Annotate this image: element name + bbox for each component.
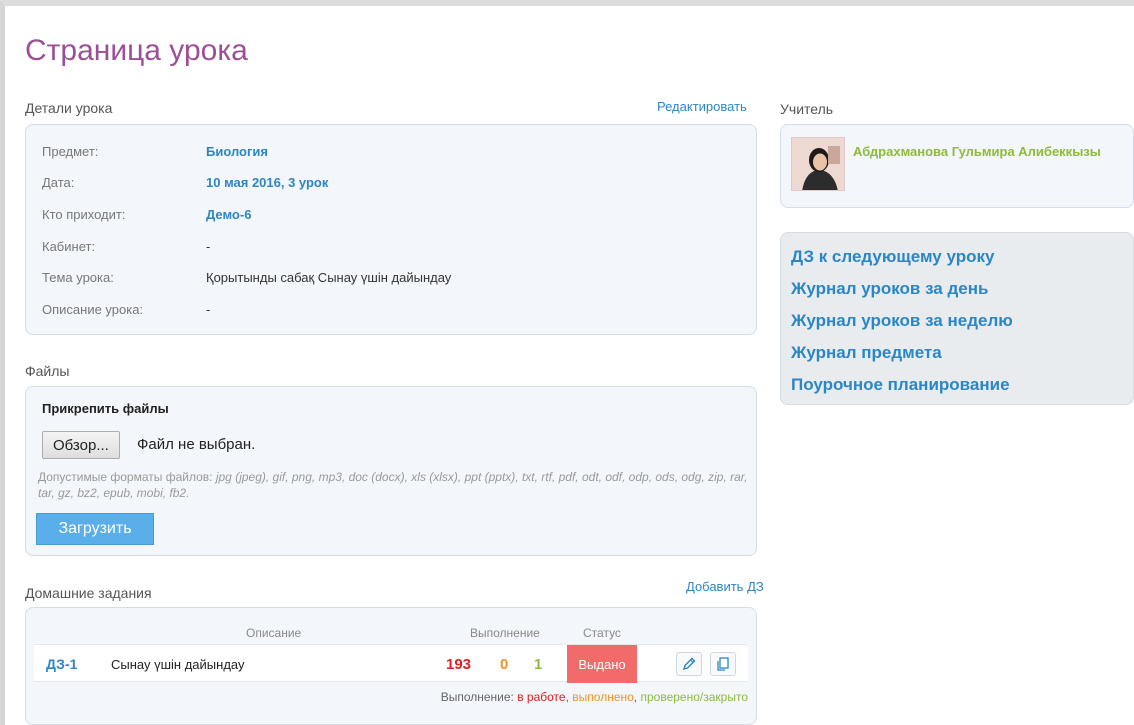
- details-label: Кто приходит:: [42, 206, 126, 222]
- legend-in-progress: в работе: [517, 690, 566, 704]
- column-header-description: Описание: [246, 626, 302, 640]
- details-heading: Детали урока: [25, 100, 113, 116]
- legend-done: выполнено: [572, 690, 634, 704]
- teacher-name-link[interactable]: Абдрахманова Гульмира Алибеккызы: [853, 144, 1101, 159]
- teacher-photo: [792, 138, 844, 190]
- legend-separator: ,: [633, 690, 638, 704]
- details-row-subject: Предмет: Биология: [42, 141, 268, 161]
- link-homework-next-lesson[interactable]: ДЗ к следующему уроку: [791, 247, 994, 267]
- attach-files-title: Прикрепить файлы: [42, 401, 169, 416]
- teacher-heading: Учитель: [780, 101, 834, 117]
- count-checked[interactable]: 1: [534, 656, 542, 673]
- teacher-panel: Абдрахманова Гульмира Алибеккызы: [780, 124, 1134, 208]
- page-frame: Страница урока Детали урока Редактироват…: [0, 0, 1134, 725]
- quick-links-panel: ДЗ к следующему уроку Журнал уроков за д…: [780, 232, 1134, 405]
- details-value: -: [206, 301, 211, 317]
- edit-lesson-link[interactable]: Редактировать: [657, 99, 747, 114]
- count-in-progress[interactable]: 193: [446, 656, 471, 673]
- copy-homework-button[interactable]: [710, 652, 736, 676]
- legend-separator: ,: [565, 690, 569, 704]
- homework-id-link[interactable]: ДЗ-1: [46, 656, 77, 672]
- count-done[interactable]: 0: [500, 656, 508, 673]
- details-label: Дата:: [42, 174, 75, 190]
- upload-button[interactable]: Загрузить: [36, 513, 154, 545]
- browse-button[interactable]: Обзор...: [42, 431, 120, 459]
- allowed-formats: Допустимые форматы файлов: jpg (jpeg), g…: [38, 469, 748, 501]
- avatar: [791, 137, 845, 191]
- link-subject-journal[interactable]: Журнал предмета: [791, 343, 942, 363]
- subject-link[interactable]: Биология: [206, 144, 268, 159]
- pencil-icon: [682, 657, 696, 671]
- table-row: ДЗ-1 Сынау үшін дайындау 193 0 1 Выдано: [34, 644, 748, 683]
- formats-prefix: Допустимые форматы файлов:: [38, 470, 213, 484]
- details-row-topic: Тема урока: Қорытынды сабақ Сынау үшін д…: [42, 267, 451, 287]
- column-header-status: Статус: [583, 626, 621, 640]
- details-label: Кабинет:: [42, 238, 96, 254]
- files-panel: Прикрепить файлы Обзор... Файл не выбран…: [25, 386, 757, 556]
- details-row-date: Дата: 10 мая 2016, 3 урок: [42, 172, 328, 192]
- details-panel: Предмет: Биология Дата: 10 мая 2016, 3 у…: [25, 124, 757, 335]
- details-row-description: Описание урока: -: [42, 299, 210, 319]
- completion-legend: Выполнение: в работе, выполнено, провере…: [441, 690, 748, 704]
- no-file-label: Файл не выбран.: [137, 436, 256, 453]
- date-link[interactable]: 10 мая 2016, 3 урок: [206, 175, 328, 190]
- legend-checked: проверено/закрыто: [640, 690, 748, 704]
- link-lesson-planning[interactable]: Поурочное планирование: [791, 375, 1010, 395]
- details-label: Описание урока:: [42, 301, 144, 317]
- edit-homework-button[interactable]: [676, 652, 702, 676]
- homework-description: Сынау үшін дайындау: [111, 657, 245, 672]
- details-row-class: Кто приходит: Демо-6: [42, 204, 251, 224]
- link-lessons-day[interactable]: Журнал уроков за день: [791, 279, 988, 299]
- files-heading: Файлы: [25, 363, 70, 379]
- column-header-completion: Выполнение: [470, 626, 540, 640]
- copy-icon: [717, 657, 729, 671]
- details-label: Тема урока:: [42, 269, 114, 285]
- status-badge: Выдано: [567, 645, 637, 683]
- homework-panel: Описание Выполнение Статус ДЗ-1 Сынау үш…: [25, 607, 757, 725]
- class-link[interactable]: Демо-6: [206, 207, 251, 222]
- details-value: -: [206, 238, 211, 254]
- details-label: Предмет:: [42, 143, 99, 159]
- details-row-room: Кабинет: -: [42, 236, 210, 256]
- details-value: Қорытынды сабақ Сынау үшін дайындау: [206, 269, 452, 285]
- add-homework-link[interactable]: Добавить ДЗ: [686, 579, 764, 594]
- legend-prefix: Выполнение:: [440, 690, 514, 704]
- page-title: Страница урока: [25, 34, 248, 67]
- link-lessons-week[interactable]: Журнал уроков за неделю: [791, 311, 1013, 331]
- homework-heading: Домашние задания: [25, 585, 152, 601]
